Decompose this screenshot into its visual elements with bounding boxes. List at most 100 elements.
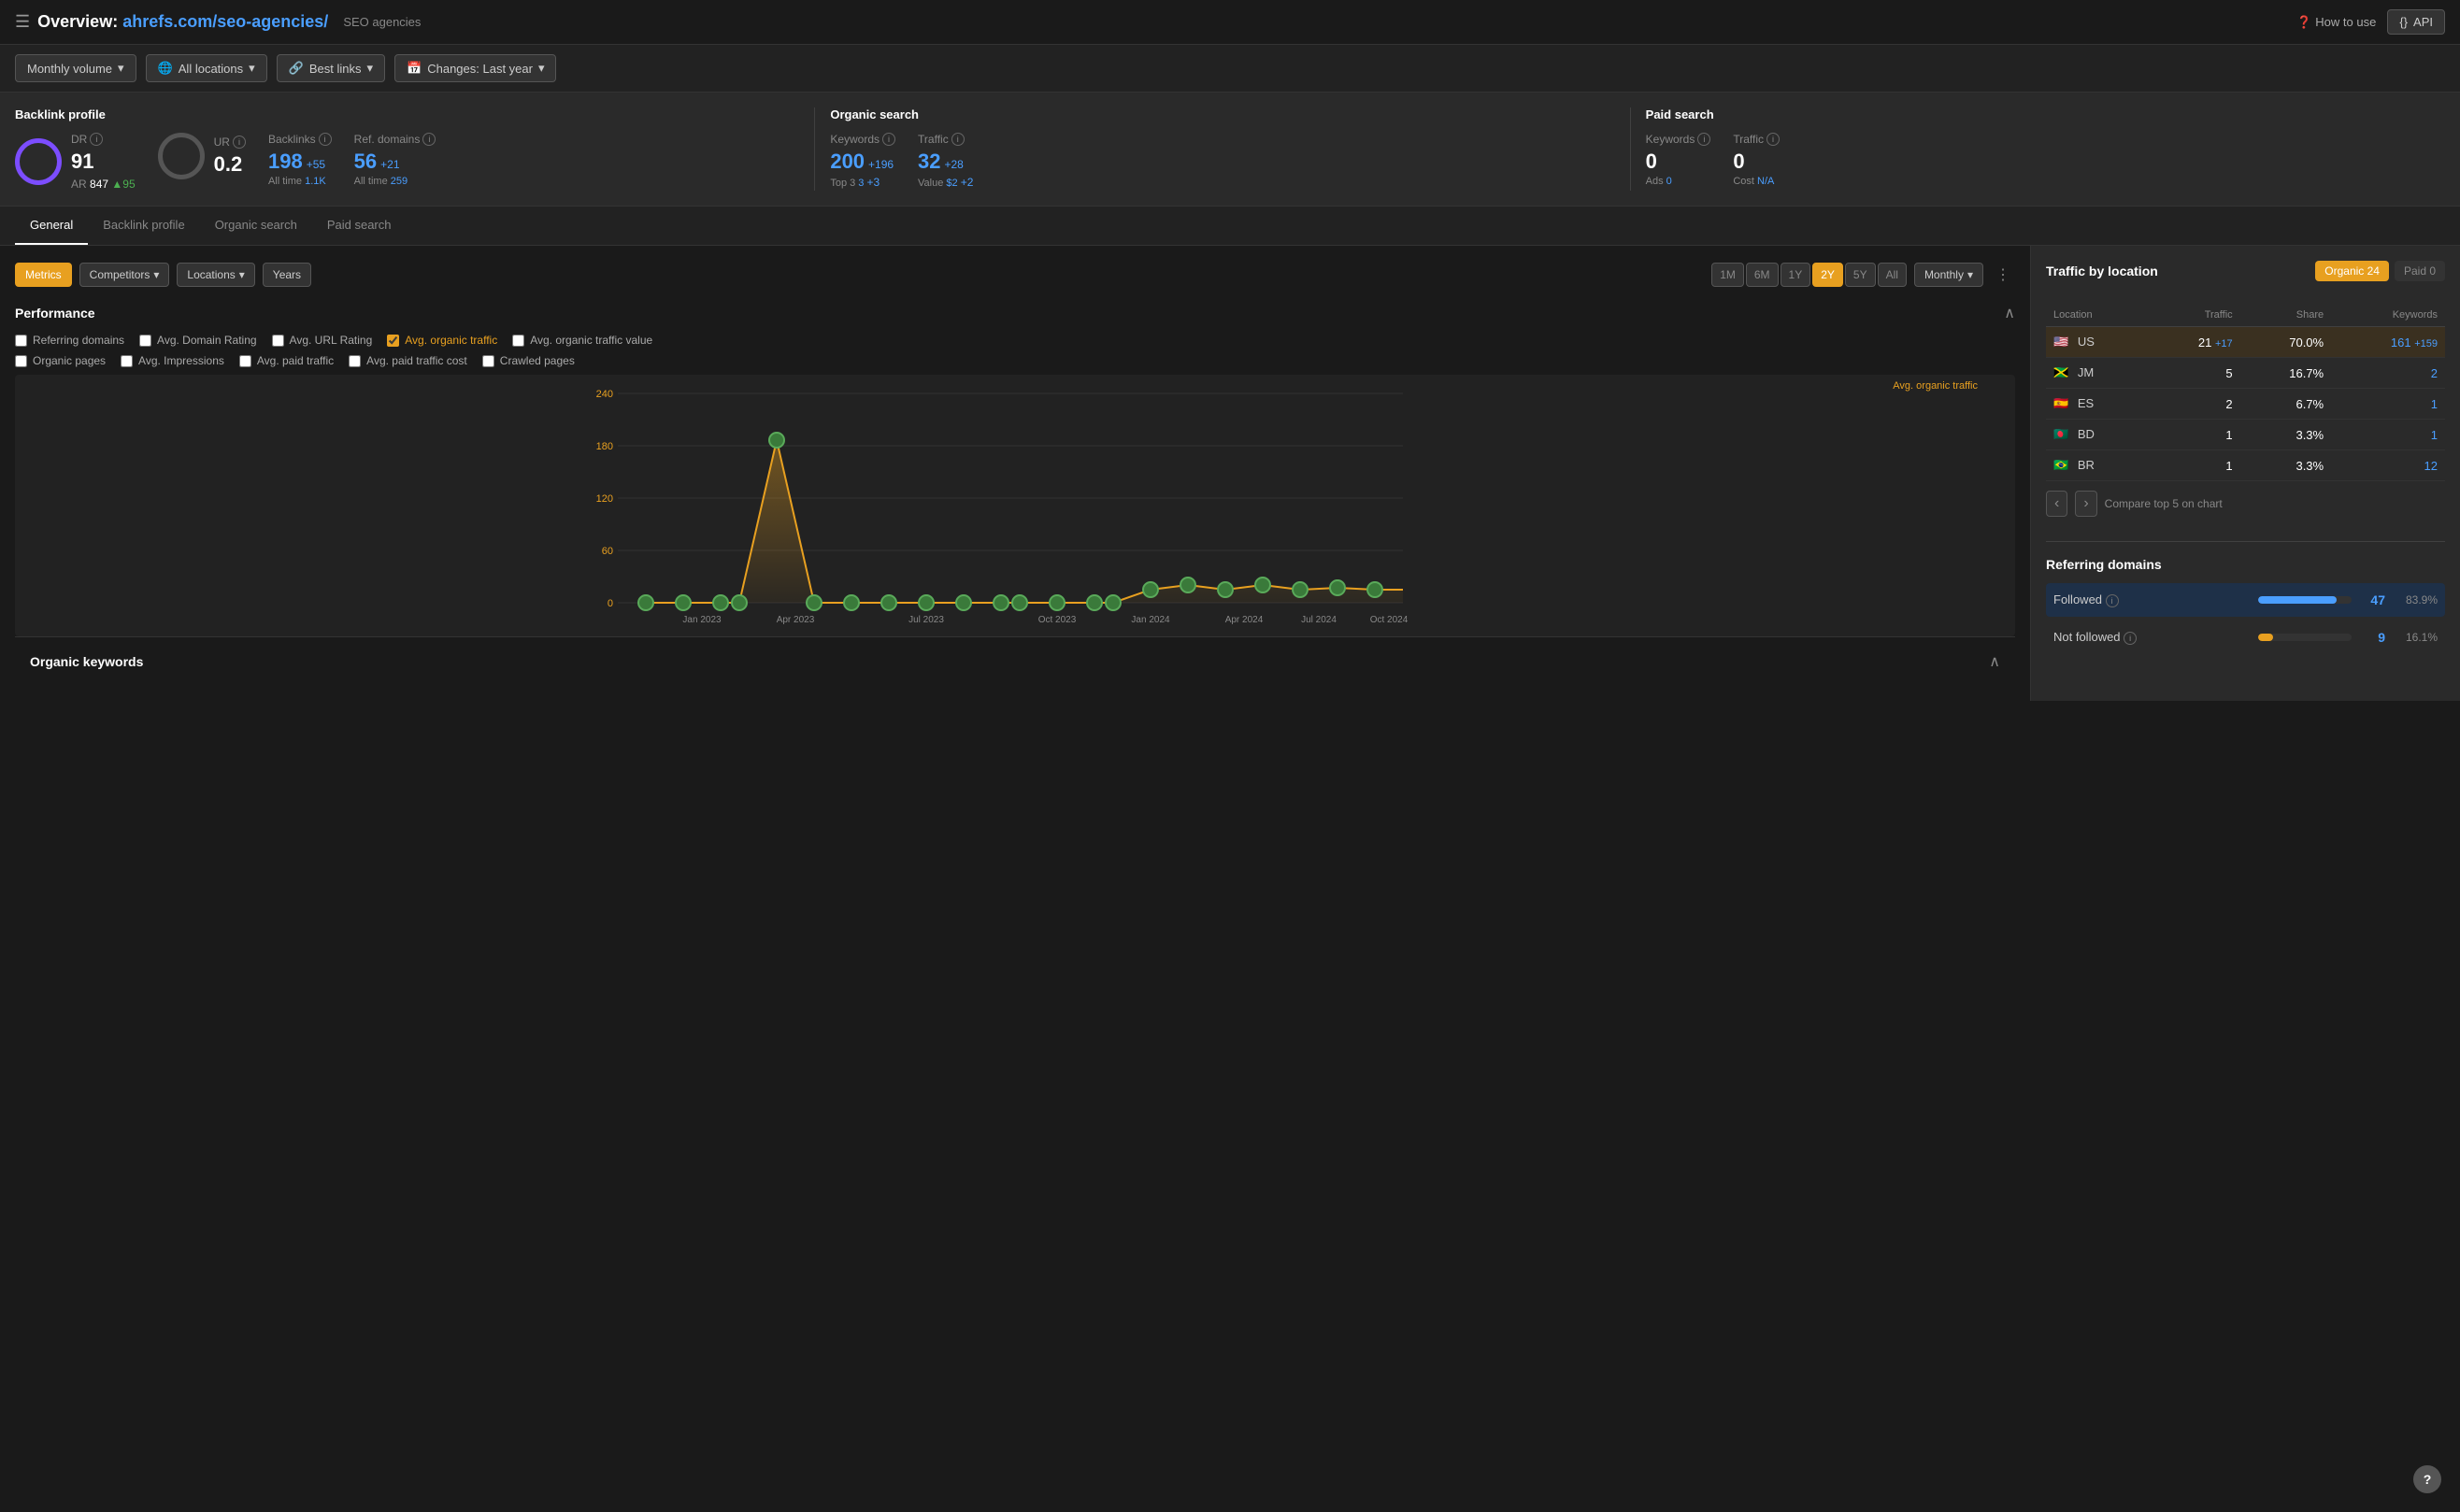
svg-text:Jan 2023: Jan 2023 <box>682 615 722 625</box>
ref-info-icon[interactable]: i <box>2124 632 2137 645</box>
organic-search-title: Organic search <box>830 107 1614 121</box>
chart-point[interactable] <box>844 595 859 610</box>
chart-point[interactable] <box>1012 595 1027 610</box>
chart-point[interactable] <box>919 595 934 610</box>
checkbox-avg-impressions[interactable]: Avg. Impressions <box>121 354 224 367</box>
time-1m-button[interactable]: 1M <box>1711 263 1744 287</box>
chart-point[interactable] <box>1087 595 1102 610</box>
how-to-use-link[interactable]: ❓ How to use <box>2296 15 2376 30</box>
ref-info-icon[interactable]: i <box>2106 594 2119 607</box>
org-traffic-info-icon[interactable]: i <box>951 133 965 146</box>
dr-stat: DR i 91 AR 847 ▲95 <box>15 133 136 191</box>
ref-domains-info-icon[interactable]: i <box>422 133 436 146</box>
chart-point[interactable] <box>1143 582 1158 597</box>
location-table: Location Traffic Share Keywords 🇺🇸 US 21… <box>2046 304 2445 481</box>
flag-icon: 🇺🇸 <box>2053 335 2068 349</box>
time-6m-button[interactable]: 6M <box>1746 263 1779 287</box>
ref-bar-bg <box>2258 596 2352 604</box>
chart-point[interactable] <box>1255 578 1270 592</box>
country-code: US <box>2078 335 2095 349</box>
organic-keywords-header: Organic keywords ∧ <box>30 652 2000 671</box>
site-url-link[interactable]: ahrefs.com/seo-agencies/ <box>122 12 328 31</box>
svg-text:Jan 2024: Jan 2024 <box>1131 615 1170 625</box>
more-options-button[interactable]: ⋮ <box>1991 261 2015 289</box>
locations-button[interactable]: Locations ▾ <box>177 263 254 287</box>
keywords-change: +159 <box>2414 338 2438 349</box>
performance-collapse-button[interactable]: ∧ <box>2004 304 2015 322</box>
checkbox-avg-organic-traffic-value[interactable]: Avg. organic traffic value <box>512 334 652 347</box>
performance-chart: Avg. organic traffic 240 180 120 60 0 <box>15 375 2015 636</box>
time-all-button[interactable]: All <box>1878 263 1907 287</box>
chart-point[interactable] <box>881 595 896 610</box>
best-links-dropdown[interactable]: 🔗 Best links ▾ <box>277 54 385 82</box>
help-icon[interactable]: ? <box>2413 1465 2441 1493</box>
time-2y-button[interactable]: 2Y <box>1812 263 1843 287</box>
checkbox-crawled-pages[interactable]: Crawled pages <box>482 354 575 367</box>
backlinks-info-icon[interactable]: i <box>319 133 332 146</box>
chart-point[interactable] <box>1367 582 1382 597</box>
chart-point[interactable] <box>1218 582 1233 597</box>
paid-kw-info-icon[interactable]: i <box>1697 133 1710 146</box>
dr-info-icon[interactable]: i <box>90 133 103 146</box>
location-col-header: Location <box>2046 304 2149 327</box>
chart-point[interactable] <box>1180 578 1195 592</box>
backlinks-stat: Backlinks i 198 +55 All time 1.1K <box>268 133 332 187</box>
checkbox-avg-paid-traffic-cost[interactable]: Avg. paid traffic cost <box>349 354 467 367</box>
checkbox-avg-paid-traffic[interactable]: Avg. paid traffic <box>239 354 334 367</box>
ref-domain-bar-row: Followed i 47 83.9% <box>2046 583 2445 617</box>
location-cell: 🇺🇸 US <box>2046 327 2149 358</box>
chart-point[interactable] <box>676 595 691 610</box>
organic-tab[interactable]: Organic 24 <box>2315 261 2389 281</box>
years-button[interactable]: Years <box>263 263 311 287</box>
monthly-dropdown[interactable]: Monthly ▾ <box>1914 263 1983 287</box>
ur-info-icon[interactable]: i <box>233 136 246 149</box>
keywords-value: 2 <box>2431 366 2438 380</box>
page-title: Overview: ahrefs.com/seo-agencies/ <box>37 12 328 32</box>
compare-prev-button[interactable]: ‹ <box>2046 491 2067 517</box>
backlink-stats-row: DR i 91 AR 847 ▲95 UR i 0.2 Backlinks i <box>15 133 799 191</box>
tab-organic-search[interactable]: Organic search <box>200 207 312 245</box>
tab-backlink-profile[interactable]: Backlink profile <box>88 207 199 245</box>
checkbox-referring-domains[interactable]: Referring domains <box>15 334 124 347</box>
api-button[interactable]: {} API <box>2387 9 2445 35</box>
checkbox-avg-url-rating[interactable]: Avg. URL Rating <box>272 334 373 347</box>
traffic-by-location-widget: Traffic by location Organic 24 Paid 0 Lo… <box>2046 261 2445 526</box>
country-code: ES <box>2078 396 2094 410</box>
checkbox-avg-domain-rating[interactable]: Avg. Domain Rating <box>139 334 257 347</box>
chart-point[interactable] <box>1330 580 1345 595</box>
chart-point[interactable] <box>769 433 784 448</box>
table-row: 🇪🇸 ES 2 6.7% 1 <box>2046 389 2445 420</box>
chart-area-fill <box>646 440 1403 603</box>
compare-next-button[interactable]: › <box>2075 491 2096 517</box>
chart-point[interactable] <box>732 595 747 610</box>
traffic-cell: 21 +17 <box>2149 327 2239 358</box>
chart-point[interactable] <box>1293 582 1308 597</box>
time-group: 1M 6M 1Y 2Y 5Y All <box>1711 263 1907 287</box>
chart-point[interactable] <box>807 595 822 610</box>
paid-tab[interactable]: Paid 0 <box>2395 261 2445 281</box>
dr-value: 91 <box>71 150 136 174</box>
checkbox-organic-pages[interactable]: Organic pages <box>15 354 106 367</box>
ur-stat: UR i 0.2 <box>158 133 246 179</box>
metrics-button[interactable]: Metrics <box>15 263 72 287</box>
chart-point[interactable] <box>956 595 971 610</box>
chart-point[interactable] <box>1106 595 1121 610</box>
org-kw-info-icon[interactable]: i <box>882 133 895 146</box>
all-locations-dropdown[interactable]: 🌐 All locations ▾ <box>146 54 267 82</box>
chart-point[interactable] <box>638 595 653 610</box>
monthly-volume-dropdown[interactable]: Monthly volume ▾ <box>15 54 136 82</box>
organic-keywords-collapse-button[interactable]: ∧ <box>1989 652 2000 671</box>
checkbox-avg-organic-traffic[interactable]: Avg. organic traffic <box>387 334 497 347</box>
chart-point[interactable] <box>1050 595 1065 610</box>
chart-point[interactable] <box>713 595 728 610</box>
time-5y-button[interactable]: 5Y <box>1845 263 1876 287</box>
tab-general[interactable]: General <box>15 207 88 245</box>
menu-icon[interactable]: ☰ <box>15 12 30 32</box>
competitors-button[interactable]: Competitors ▾ <box>79 263 170 287</box>
chart-point[interactable] <box>994 595 1008 610</box>
traffic-change: +17 <box>2215 338 2233 349</box>
tab-paid-search[interactable]: Paid search <box>312 207 407 245</box>
changes-dropdown[interactable]: 📅 Changes: Last year ▾ <box>394 54 556 82</box>
paid-traffic-info-icon[interactable]: i <box>1766 133 1780 146</box>
time-1y-button[interactable]: 1Y <box>1781 263 1811 287</box>
